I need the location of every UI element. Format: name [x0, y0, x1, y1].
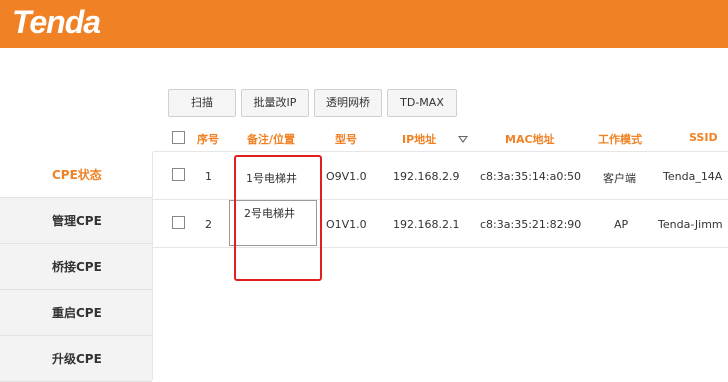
row-mode: AP: [614, 218, 629, 231]
row-ssid: Tenda-Jimm: [658, 218, 723, 231]
row-mac: c8:3a:35:14:a0:50: [480, 170, 582, 183]
column-mode: 工作模式: [598, 133, 642, 146]
column-model: 型号: [335, 133, 357, 146]
sidebar: CPE状态 管理CPE 桥接CPE 重启CPE 升级CPE: [0, 152, 152, 382]
row-ip: 192.168.2.1: [393, 218, 460, 231]
column-note: 备注/位置: [247, 133, 296, 146]
batch-change-ip-button[interactable]: 批量改IP: [241, 89, 309, 117]
app-header: Tenda: [0, 0, 728, 48]
sidebar-item-reboot-cpe[interactable]: 重启CPE: [0, 290, 152, 336]
sidebar-item-manage-cpe[interactable]: 管理CPE: [0, 198, 152, 244]
row-ssid: Tenda_14A: [663, 170, 723, 183]
column-ssid: SSID: [689, 131, 718, 144]
header-divider: [153, 151, 728, 152]
column-mac: MAC地址: [505, 133, 555, 146]
row-checkbox[interactable]: [172, 216, 185, 229]
row-model: O1V1.0: [326, 218, 367, 231]
td-max-button[interactable]: TD-MAX: [387, 89, 457, 117]
sidebar-item-bridge-cpe[interactable]: 桥接CPE: [0, 244, 152, 290]
tenda-logo: Tenda: [12, 4, 101, 40]
column-ip[interactable]: IP地址: [402, 131, 436, 147]
row-checkbox[interactable]: [172, 168, 185, 181]
highlight-annotation: [234, 155, 322, 281]
sort-down-icon[interactable]: [458, 136, 468, 143]
sidebar-item-upgrade-cpe[interactable]: 升级CPE: [0, 336, 152, 382]
sidebar-divider: [152, 152, 153, 380]
row-model: O9V1.0: [326, 170, 367, 183]
table-header: 序号 备注/位置 型号 IP地址 MAC地址 工作模式 SSID: [153, 128, 728, 150]
row-index: 1: [205, 170, 212, 183]
row-mode: 客户端: [603, 172, 636, 185]
scan-button[interactable]: 扫描: [168, 89, 236, 117]
row-index: 2: [205, 218, 212, 231]
sidebar-item-cpe-status[interactable]: CPE状态: [0, 152, 152, 198]
transparent-bridge-button[interactable]: 透明网桥: [314, 89, 382, 117]
row-ip: 192.168.2.9: [393, 170, 460, 183]
row-mac: c8:3a:35:21:82:90: [480, 218, 582, 231]
column-index: 序号: [197, 133, 219, 146]
